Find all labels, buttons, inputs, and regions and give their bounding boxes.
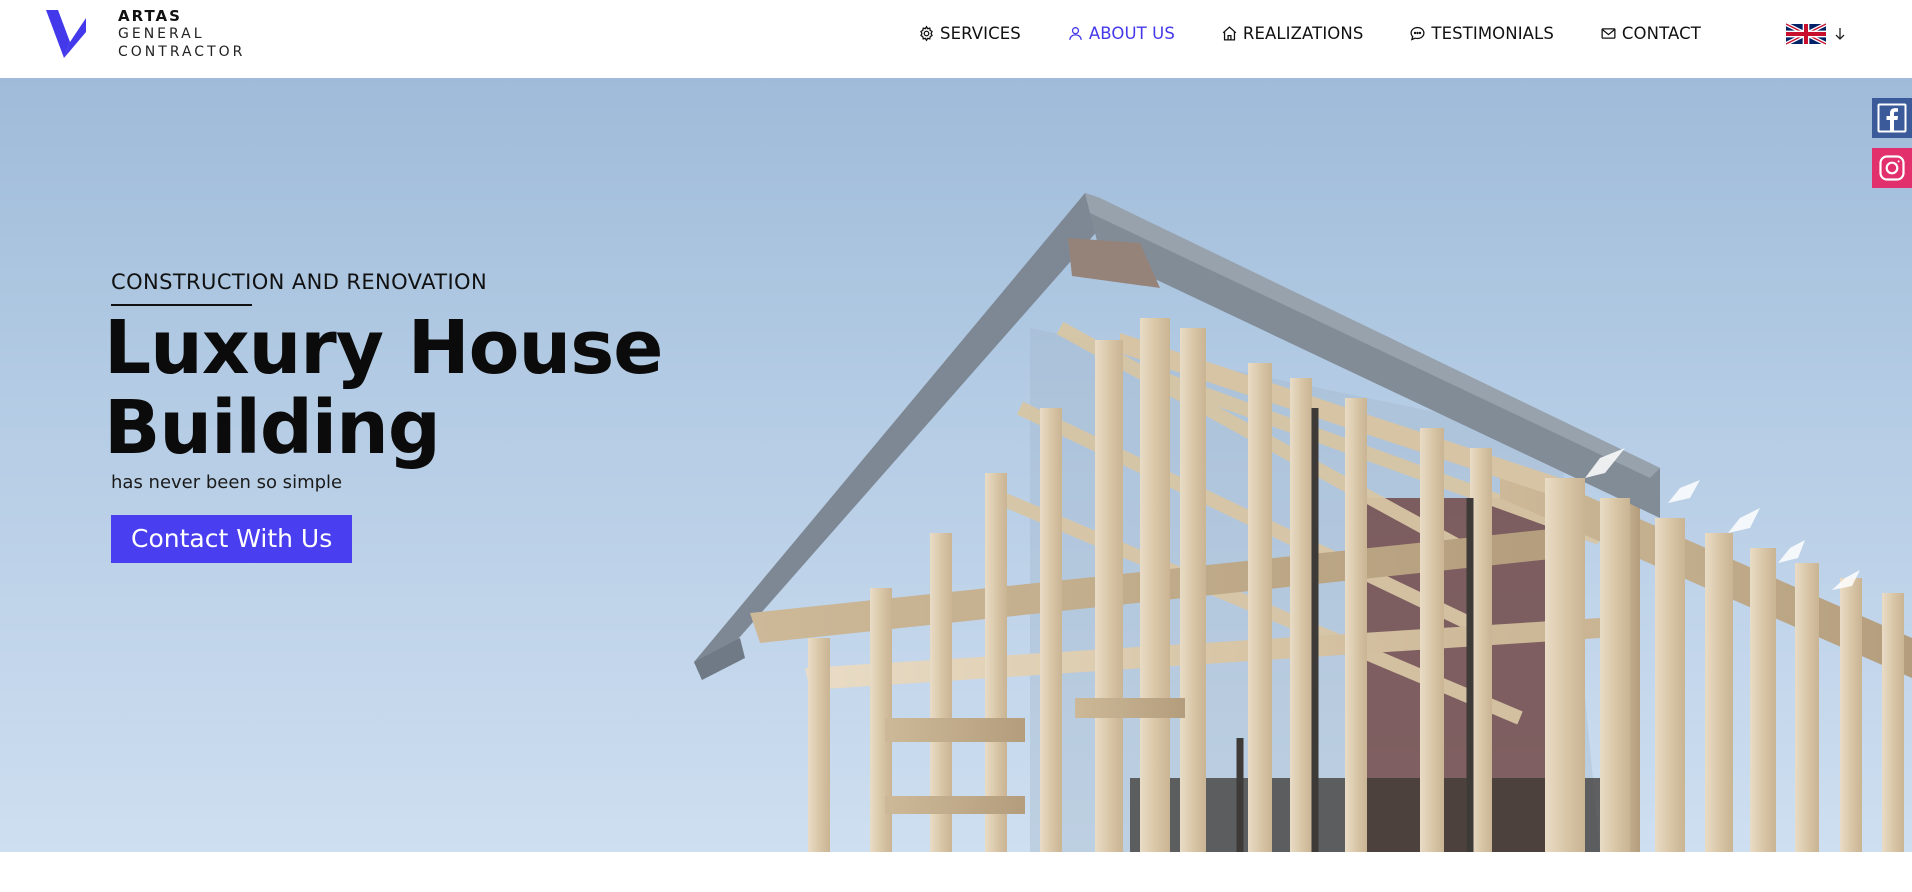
nav-label-realizations: REALIZATIONS — [1242, 23, 1364, 43]
hero-eyebrow: CONSTRUCTION AND RENOVATION — [111, 270, 488, 294]
nav-item-testimonials[interactable]: TESTIMONIALS — [1409, 24, 1554, 43]
nav-label-contact: CONTACT — [1621, 23, 1701, 43]
instagram-icon — [1879, 155, 1905, 181]
instagram-link[interactable] — [1872, 148, 1912, 188]
contact-with-us-button[interactable]: Contact With Us — [111, 515, 353, 563]
hero-headline: Luxury House Building — [104, 308, 664, 468]
nav-label-testimonials: TESTIMONIALS — [1431, 23, 1554, 43]
facebook-link[interactable] — [1872, 98, 1912, 138]
main-nav: SERVICES ABOUT US REALIZATIONS TESTIMONI… — [918, 20, 1701, 46]
site-header: ARTAS GENERAL CONTRACTOR SERVICES ABOUT … — [0, 0, 1912, 78]
language-selector[interactable] — [1786, 23, 1846, 45]
logo-line-contractor: CONTRACTOR — [118, 44, 246, 60]
hero-content: CONSTRUCTION AND RENOVATION Luxury House… — [104, 270, 664, 563]
logo-line-general: GENERAL — [118, 26, 205, 42]
nav-item-about-us[interactable]: ABOUT US — [1067, 24, 1175, 43]
site-logo[interactable]: ARTAS GENERAL CONTRACTOR — [44, 8, 242, 60]
nav-item-services[interactable]: SERVICES — [918, 24, 1021, 43]
chat-icon — [1410, 26, 1425, 41]
mail-icon — [1601, 27, 1616, 39]
hero-subline: has never been so simple — [111, 472, 343, 493]
uk-flag-icon — [1786, 23, 1826, 45]
headline-line-2: Building — [104, 385, 441, 471]
nav-label-about-us: ABOUT US — [1088, 23, 1175, 43]
logo-line-artas: ARTAS — [118, 7, 182, 25]
nav-item-contact[interactable]: CONTACT — [1600, 24, 1701, 43]
facebook-icon — [1877, 103, 1907, 133]
headline-line-1: Luxury House — [104, 305, 663, 391]
logo-v-icon — [46, 10, 86, 58]
nav-item-realizations[interactable]: REALIZATIONS — [1221, 24, 1364, 43]
hero-section: CONSTRUCTION AND RENOVATION Luxury House… — [0, 78, 1912, 852]
nav-label-services: SERVICES — [940, 23, 1021, 43]
arrow-down-icon — [1835, 28, 1845, 40]
social-bar — [1872, 98, 1912, 198]
gear-icon — [920, 25, 933, 41]
user-icon — [1069, 26, 1082, 40]
logo-text: ARTAS GENERAL CONTRACTOR — [118, 8, 278, 61]
home-icon — [1222, 25, 1237, 41]
